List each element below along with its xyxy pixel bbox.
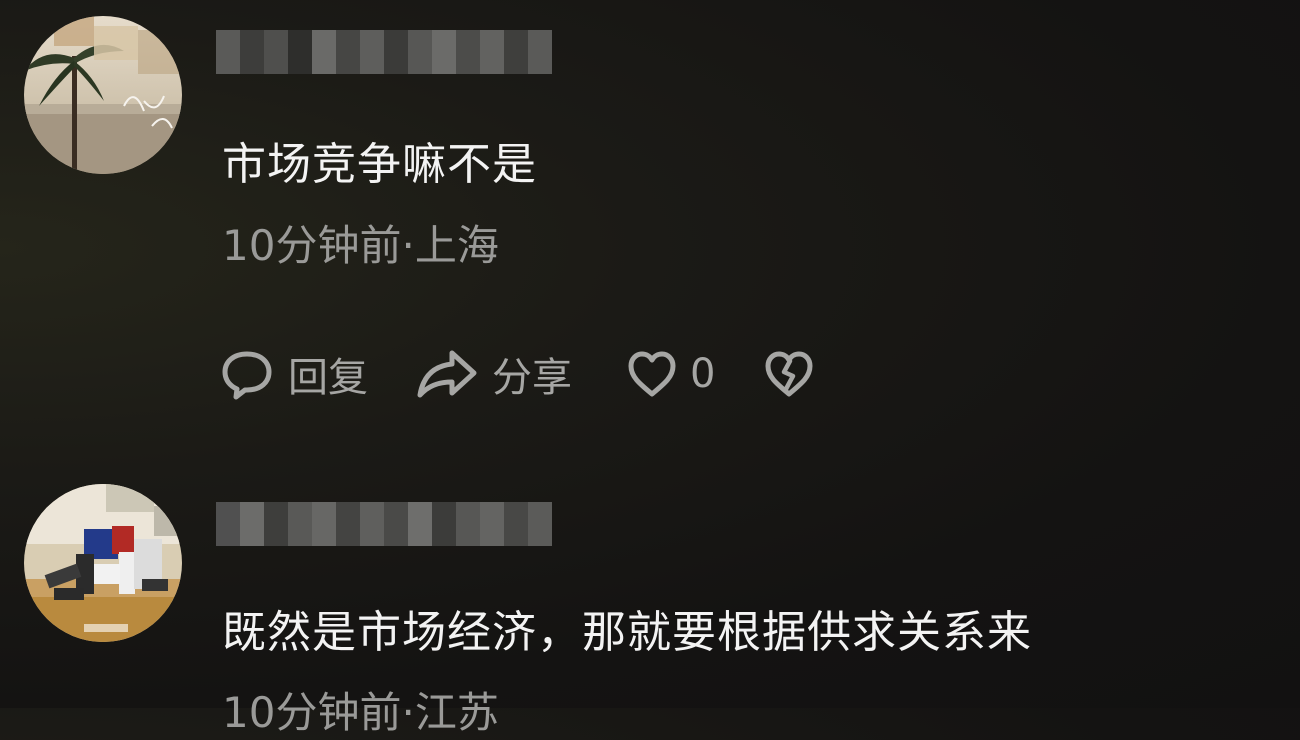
avatar[interactable] (24, 16, 182, 174)
comment-time: 10分钟前 (222, 221, 402, 270)
comment-meta: 10分钟前 · 上海 (222, 219, 499, 273)
share-arrow-icon (417, 350, 477, 398)
comment-item: 市场竞争嘛不是 10分钟前 · 上海 回复 分享 0 (0, 0, 1300, 440)
like-count: 0 (690, 351, 716, 397)
comment-actions: 回复 分享 0 (220, 344, 815, 404)
share-label: 分享 (492, 355, 572, 401)
comment-item: 既然是市场经济，那就要根据供求关系来 10分钟前 · 江苏 (0, 470, 1300, 737)
dislike-button[interactable] (763, 349, 815, 399)
share-button[interactable]: 分享 (416, 345, 572, 403)
reply-label: 回复 (288, 355, 368, 401)
comment-time: 10分钟前 (222, 688, 402, 737)
comment-location: 江苏 (414, 688, 499, 737)
broken-heart-icon (765, 351, 813, 397)
username[interactable] (216, 502, 552, 546)
like-button[interactable]: 0 (626, 349, 715, 399)
comment-text: 既然是市场经济，那就要根据供求关系来 (222, 607, 1032, 658)
reply-button[interactable]: 回复 (220, 345, 368, 403)
speech-bubble-icon (222, 351, 272, 400)
username[interactable] (216, 30, 552, 74)
avatar[interactable] (24, 484, 182, 642)
meta-separator: · (401, 221, 415, 270)
meta-separator: · (401, 688, 415, 737)
heart-outline-icon (628, 351, 676, 397)
comment-meta: 10分钟前 · 江苏 (222, 686, 499, 740)
comment-location: 上海 (414, 221, 499, 270)
comment-text: 市场竞争嘛不是 (222, 139, 537, 190)
